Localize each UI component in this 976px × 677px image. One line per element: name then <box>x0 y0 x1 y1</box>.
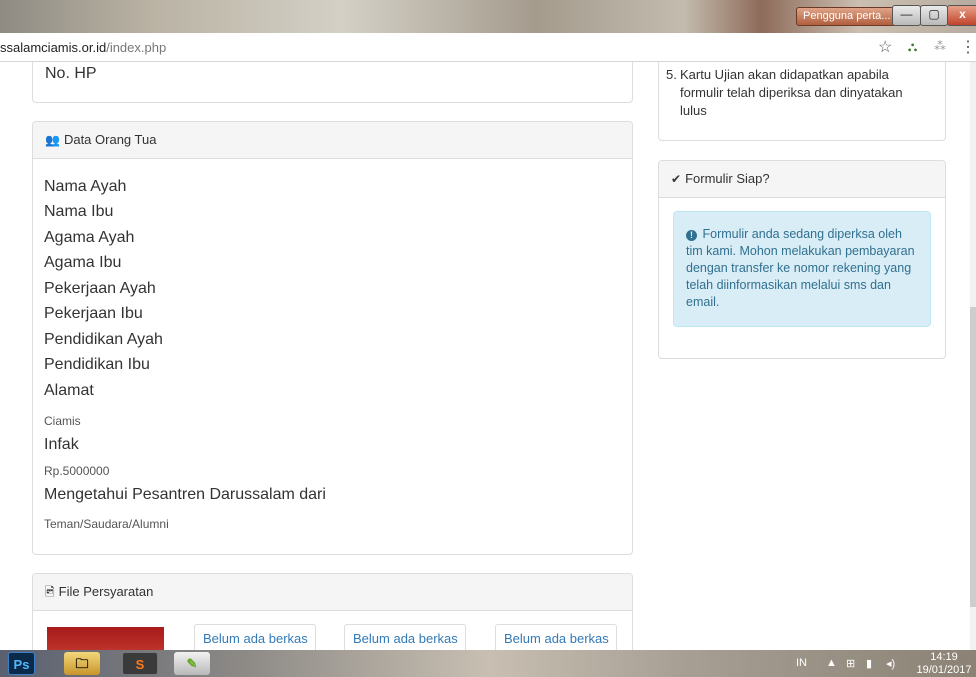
check-icon: ✔ <box>671 172 682 186</box>
field-pendidikan-ayah: Pendidikan Ayah <box>44 331 163 348</box>
field-pekerjaan-ibu: Pekerjaan Ibu <box>44 305 143 322</box>
scrollbar-thumb[interactable] <box>970 307 976 607</box>
file-box-1: Belum ada berkas <box>194 624 316 650</box>
field-nama-ayah: Nama Ayah <box>44 178 127 195</box>
tray-expand-icon[interactable]: ▲ <box>826 657 837 669</box>
field-mengetahui-label: Mengetahui Pesantren Darussalam dari <box>44 486 326 503</box>
file-box-3: Belum ada berkas <box>495 624 617 650</box>
photoshop-taskbar-button[interactable]: Ps <box>8 652 35 675</box>
image-file-icon: 🖻 <box>45 585 55 599</box>
close-button[interactable]: x <box>947 5 976 26</box>
clock-date: 19/01/2017 <box>916 664 972 676</box>
minimize-button[interactable]: — <box>892 5 921 26</box>
paint-icon: ✎ <box>186 656 198 671</box>
url-path: /index.php <box>106 40 167 55</box>
alert-text: Formulir anda sedang diperksa oleh tim k… <box>686 227 915 309</box>
signal-icon[interactable]: ▮ <box>866 657 872 670</box>
file-box-2: Belum ada berkas <box>344 624 466 650</box>
field-mengetahui-value: Teman/Saudara/Alumni <box>44 517 169 531</box>
contact-panel: No. HP <box>32 62 633 103</box>
language-indicator[interactable]: IN <box>796 657 807 669</box>
field-nama-ibu: Nama Ibu <box>44 203 114 220</box>
url-text[interactable]: ssalamciamis.or.id/index.php <box>0 40 166 55</box>
info-alert: ! Formulir anda sedang diperksa oleh tim… <box>673 211 931 327</box>
users-icon: 👥 <box>45 133 60 147</box>
field-infak-label: Infak <box>44 436 79 453</box>
form-status-heading: ✔ Formulir Siap? <box>659 161 945 198</box>
field-no-hp: No. HP <box>45 65 97 82</box>
requirements-panel-heading: 🖻 File Persyaratan <box>33 574 632 611</box>
field-pendidikan-ibu: Pendidikan Ibu <box>44 356 150 373</box>
file-explorer-taskbar-button[interactable]: 🗀 <box>64 652 100 675</box>
window-titlebar: Pengguna perta... — ▢ x <box>0 0 976 33</box>
instruction-list-item: 5. Kartu Ujian akan didapatkan apabila f… <box>666 66 930 120</box>
url-host: ssalamciamis.or.id <box>0 40 107 55</box>
list-item-number: 5. <box>666 67 677 82</box>
maximize-button[interactable]: ▢ <box>920 5 948 26</box>
paint-taskbar-button[interactable]: ✎ <box>174 652 210 675</box>
star-icon[interactable]: ☆ <box>878 37 892 57</box>
info-circle-icon: ! <box>686 230 697 241</box>
field-agama-ibu: Agama Ibu <box>44 254 122 271</box>
file-link-1[interactable]: Belum ada berkas <box>203 631 308 646</box>
system-clock[interactable]: 14:19 19/01/2017 <box>914 651 974 677</box>
extension-icon[interactable]: ⛬ <box>908 39 917 55</box>
taskbar: Ps 🗀 S ✎ IN ▲ ⊞ ▮ ◂) 14:19 19/01/2017 <box>0 650 976 677</box>
parents-heading-text: Data Orang Tua <box>63 132 157 147</box>
file-link-3[interactable]: Belum ada berkas <box>504 631 609 646</box>
field-agama-ayah: Agama Ayah <box>44 229 135 246</box>
field-alamat-value: Ciamis <box>44 414 81 428</box>
field-alamat-label: Alamat <box>44 382 94 399</box>
page-content: No. HP 👥 Data Orang Tua Nama Ayah Nama Ib… <box>0 62 976 650</box>
applicant-photo <box>47 627 164 650</box>
menu-icon[interactable]: ⋮ <box>960 37 976 57</box>
field-pekerjaan-ayah: Pekerjaan Ayah <box>44 280 156 297</box>
extension-icon-2[interactable]: ⁂ <box>934 39 946 53</box>
network-icon[interactable]: ⊞ <box>846 657 855 670</box>
file-link-2[interactable]: Belum ada berkas <box>353 631 458 646</box>
user-profile-button[interactable]: Pengguna perta... <box>796 7 898 26</box>
parents-panel-heading: 👥 Data Orang Tua <box>33 122 632 159</box>
sublime-taskbar-button[interactable]: S <box>122 652 158 675</box>
field-infak-value: Rp.5000000 <box>44 464 110 478</box>
folder-icon: 🗀 <box>75 656 89 671</box>
address-bar[interactable]: ssalamciamis.or.id/index.php ☆ ⛬ ⁂ ⋮ <box>0 33 976 62</box>
clock-time: 14:19 <box>930 651 958 663</box>
requirements-heading-text: File Persyaratan <box>58 584 154 599</box>
form-status-heading-text: Formulir Siap? <box>685 171 770 186</box>
list-item-text: Kartu Ujian akan didapatkan apabila form… <box>680 67 903 118</box>
volume-icon[interactable]: ◂) <box>886 657 895 670</box>
